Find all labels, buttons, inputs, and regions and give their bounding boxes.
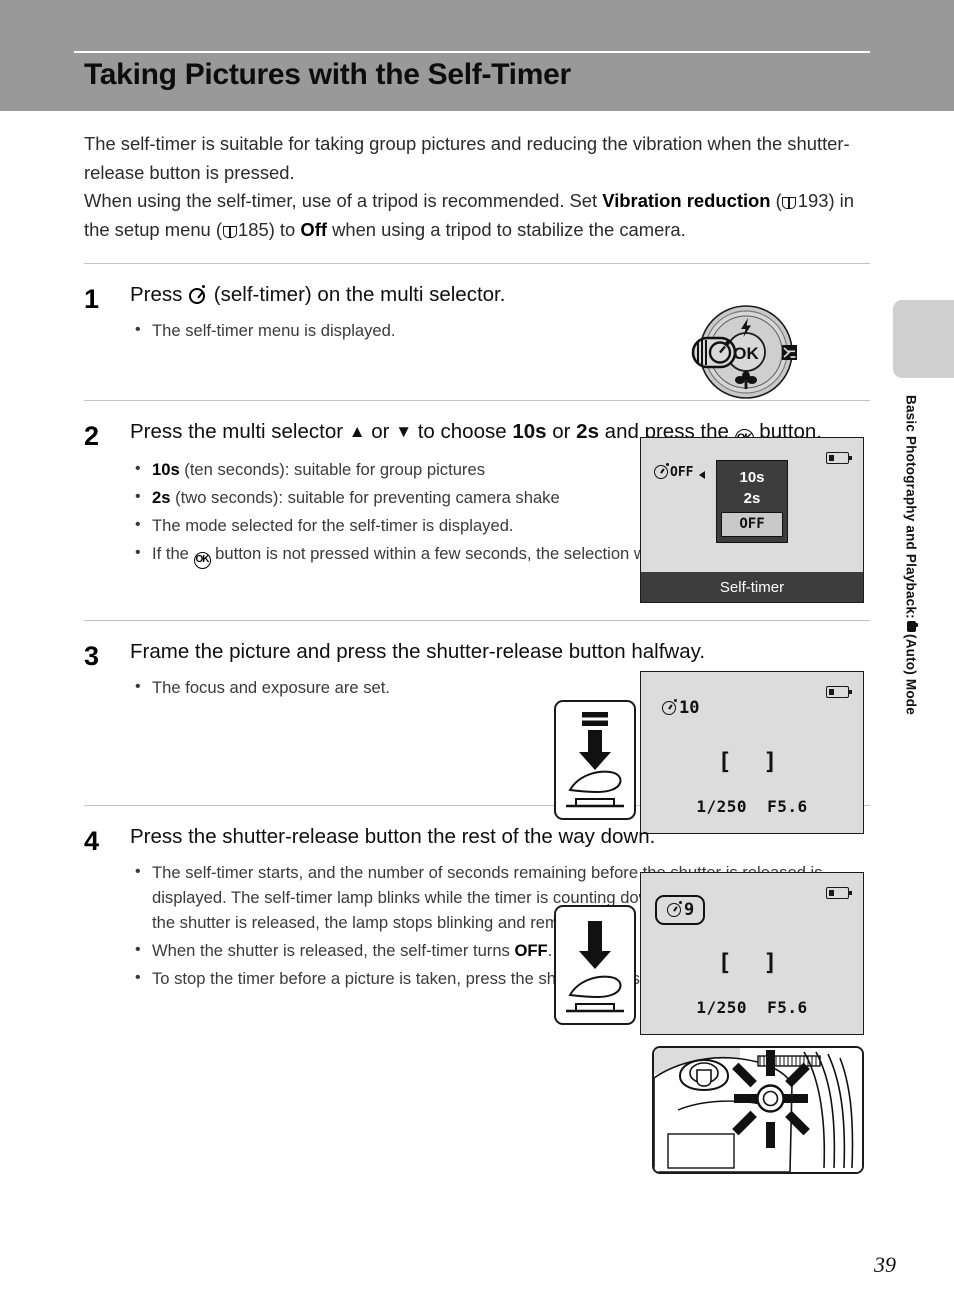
self-timer-icon: [653, 463, 669, 480]
ok-button-icon: OK: [193, 552, 211, 569]
menu-option-off-selected[interactable]: OFF: [721, 512, 783, 537]
self-timer-countdown-indicator: 10: [661, 698, 699, 718]
self-timer-status-indicator: OFF: [653, 463, 694, 480]
multi-selector-svg: OK: [691, 305, 797, 399]
focus-area-brackets: [ ]: [717, 950, 787, 977]
page-title: Taking Pictures with the Self-Timer: [84, 58, 571, 91]
intro-p2-d: when using a tripod to stabilize the cam…: [326, 218, 686, 240]
step-2-bold-2s: 2s: [576, 420, 599, 443]
step-3-heading: Frame the picture and press the shutter-…: [130, 640, 706, 663]
multi-selector-illustration: OK: [680, 300, 812, 404]
step-1-head-b: (self-timer) on the multi selector.: [208, 283, 506, 306]
step-4-number: 4: [84, 826, 100, 856]
exposure-readout: 1/250 F5.6: [641, 998, 863, 1017]
battery-icon: [826, 686, 852, 698]
header-rule: [74, 51, 870, 53]
shutter-fullpress-illustration: [554, 905, 636, 1025]
step-2-head-c: or: [546, 420, 577, 443]
intro-line-2: When using the self-timer, use of a trip…: [84, 190, 855, 240]
down-arrow-icon: ▼: [395, 422, 413, 441]
svg-text:OK: OK: [733, 344, 759, 363]
book-reference-icon: [222, 225, 237, 238]
step-3-number: 3: [84, 641, 100, 671]
lcd-caption-bar: Self-timer: [641, 572, 863, 602]
lcd-screen-step-2: OFF 10s 2s OFF Self-timer: [640, 437, 864, 603]
chapter-sidebar-label-head: Basic Photography and Playback:: [903, 395, 919, 619]
chapter-sidebar-label-tail: (Auto) Mode: [903, 633, 919, 715]
lcd-screen-step-4: 9 [ ] 1/250 F5.6: [640, 872, 864, 1035]
battery-icon: [826, 452, 852, 464]
menu-pointer-icon: [699, 471, 705, 479]
step-4-bullet-2-prefix: When the shutter is released, the self-t…: [152, 941, 515, 960]
step-2-bold-10s: 10s: [512, 420, 547, 443]
step-1-number: 1: [84, 284, 100, 314]
aperture-value: F5.6: [767, 998, 808, 1017]
self-timer-countdown-value: 9: [684, 900, 695, 920]
self-timer-icon: [661, 699, 677, 716]
self-timer-countdown-indicator: 9: [655, 895, 706, 925]
intro-bold-off: Off: [300, 218, 327, 240]
lcd-caption-text: Self-timer: [719, 578, 785, 596]
intro-bold-vibration-reduction: Vibration reduction: [602, 190, 771, 211]
self-timer-status-text: OFF: [670, 464, 694, 480]
up-arrow-icon: ▲: [348, 422, 366, 441]
shutter-halfpress-illustration: [554, 700, 636, 820]
book-reference-icon: [782, 196, 797, 209]
chapter-tab-marker: [893, 300, 954, 378]
intro-paragraphs: The self-timer is suitable for taking gr…: [84, 130, 870, 244]
intro-p2-c: ) to: [268, 218, 301, 240]
step-4-heading: Press the shutter-release button the res…: [130, 825, 656, 848]
battery-icon: [826, 887, 852, 899]
menu-option-10s[interactable]: 10s: [721, 467, 783, 488]
step-2-bullet-3-rest: The mode selected for the self-timer is …: [152, 516, 514, 535]
shutter-fullpress-svg: [566, 921, 624, 1013]
step-4-bullet-2-suffix: .: [547, 941, 553, 960]
main-content: The self-timer is suitable for taking gr…: [84, 130, 870, 1174]
step-4-bullet-2-bold: OFF: [514, 941, 548, 960]
intro-ref-193: 193: [797, 190, 829, 211]
menu-option-2s[interactable]: 2s: [721, 488, 783, 509]
step-2-bullet-2-bold: 2s: [152, 488, 171, 507]
step-2-head-a: Press the multi selector: [130, 420, 349, 443]
shutter-halfpress-svg: [566, 712, 624, 808]
self-timer-icon: [666, 901, 682, 918]
self-timer-icon: [188, 285, 208, 305]
step-2-bullet-2-rest: (two seconds): suitable for preventing c…: [170, 488, 560, 507]
step-2-head-or: or: [365, 420, 396, 443]
camera-auto-mode-icon: [906, 620, 916, 632]
page-header-band: Taking Pictures with the Self-Timer: [0, 0, 954, 111]
page-number: 39: [874, 1252, 896, 1277]
step-2-bullet-1-rest: (ten seconds): suitable for group pictur…: [179, 460, 485, 479]
self-timer-countdown-value: 10: [679, 698, 700, 718]
step-2-bullet-1-bold: 10s: [152, 460, 180, 479]
chapter-sidebar-label: Basic Photography and Playback: (Auto) M…: [898, 395, 924, 955]
intro-p2-a: When using the self-timer, use of a trip…: [84, 190, 603, 211]
step-2-number: 2: [84, 421, 100, 451]
step-1-head-a: Press: [130, 283, 189, 306]
camera-front-svg: [654, 1048, 862, 1172]
intro-ref-185: 185: [238, 218, 269, 240]
focus-area-brackets: [ ]: [717, 749, 787, 776]
shutter-speed-value: 1/250: [696, 998, 748, 1017]
camera-front-lamp-illustration: [652, 1046, 864, 1174]
self-timer-menu[interactable]: 10s 2s OFF: [716, 460, 788, 543]
intro-line-1: The self-timer is suitable for taking gr…: [84, 133, 850, 183]
step-2-head-b: to choose: [412, 420, 513, 443]
